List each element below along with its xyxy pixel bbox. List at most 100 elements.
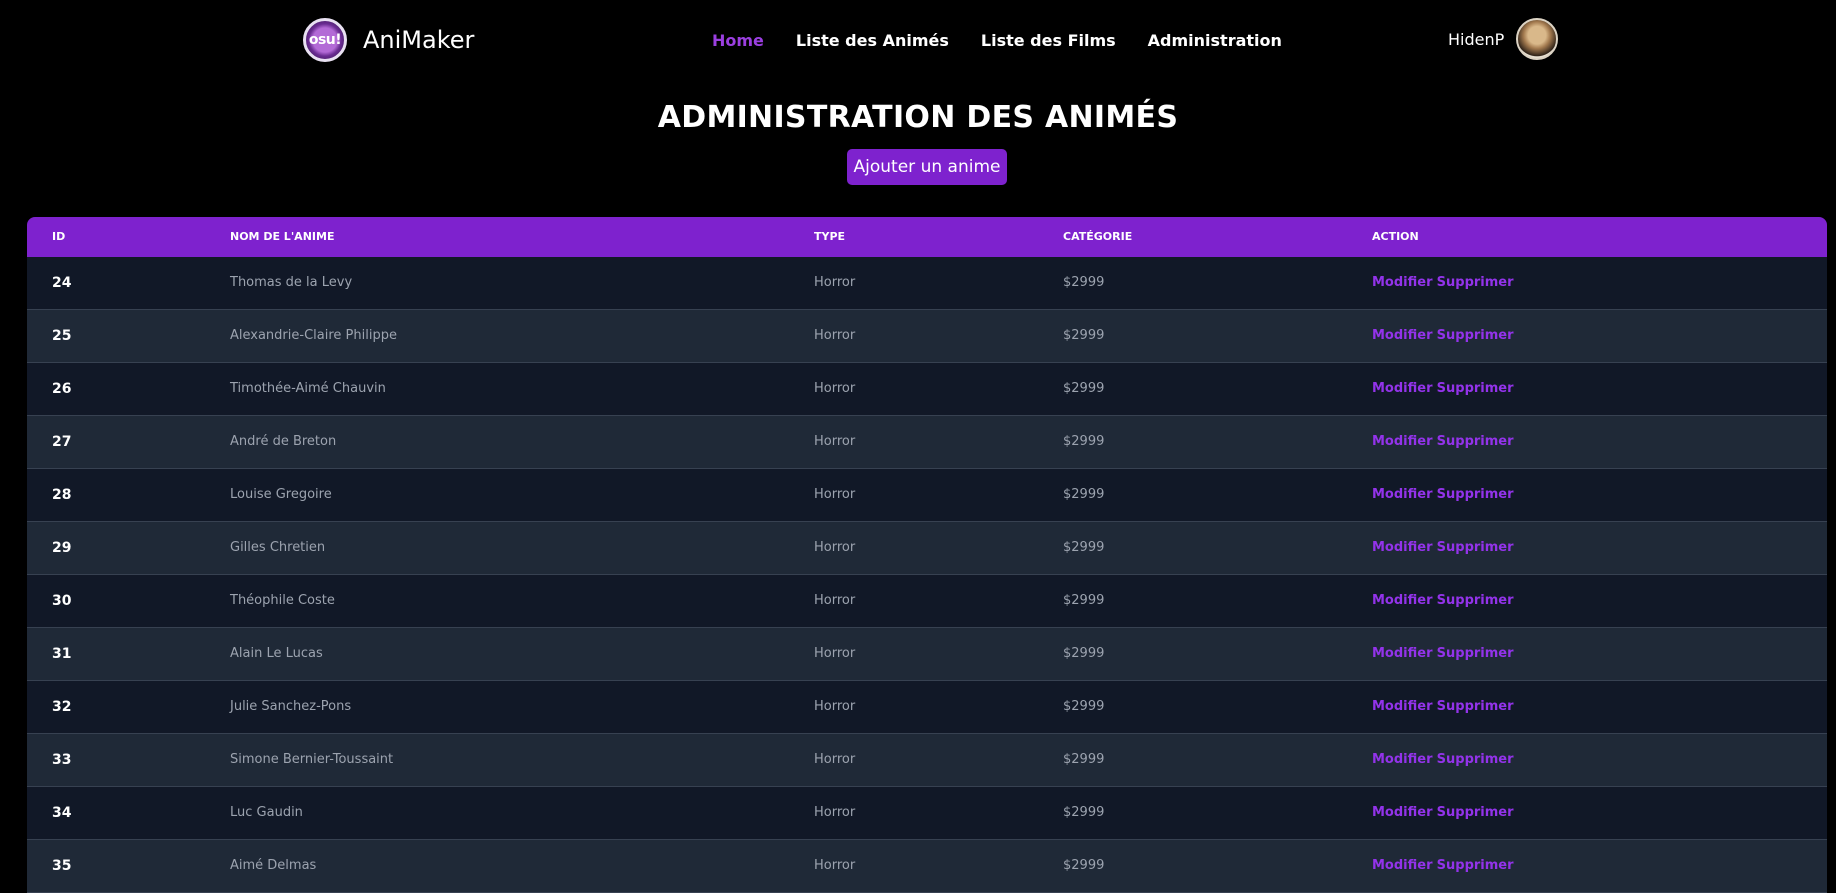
edit-link[interactable]: Modifier: [1372, 593, 1433, 608]
cell-id: 34: [52, 805, 72, 821]
cell-actions: Modifier Supprimer: [1372, 416, 1514, 468]
cell-name: Timothée-Aimé Chauvin: [230, 381, 386, 396]
edit-link[interactable]: Modifier: [1372, 275, 1433, 290]
osu-logo-icon: osu!: [303, 18, 347, 62]
delete-link[interactable]: Supprimer: [1437, 593, 1514, 608]
column-header-action: ACTION: [1372, 230, 1419, 243]
cell-type: Horror: [814, 381, 856, 396]
table-row: 28 Louise Gregoire Horror $2999 Modifier Sup…: [27, 469, 1827, 522]
edit-link[interactable]: Modifier: [1372, 487, 1433, 502]
cell-type: Horror: [814, 752, 856, 767]
edit-link[interactable]: Modifier: [1372, 752, 1433, 767]
cell-name: Gilles Chretien: [230, 540, 326, 555]
table-row: 30 Théophile Coste Horror $2999 Modifier Sup…: [27, 575, 1827, 628]
delete-link[interactable]: Supprimer: [1437, 752, 1514, 767]
cell-name: André de Breton: [230, 434, 337, 449]
page-title: ADMINISTRATION DES ANIMÉS: [657, 100, 1179, 135]
delete-link[interactable]: Supprimer: [1437, 275, 1514, 290]
title-wrap: ADMINISTRATION DES ANIMÉS: [0, 100, 1836, 135]
cell-actions: Modifier Supprimer: [1372, 787, 1514, 839]
cell-name: Luc Gaudin: [230, 805, 303, 820]
cell-type: Horror: [814, 646, 856, 661]
cell-actions: Modifier Supprimer: [1372, 522, 1514, 574]
edit-link[interactable]: Modifier: [1372, 699, 1433, 714]
delete-link[interactable]: Supprimer: [1437, 805, 1514, 820]
cell-actions: Modifier Supprimer: [1372, 575, 1514, 627]
delete-link[interactable]: Supprimer: [1437, 646, 1514, 661]
cell-category: $2999: [1063, 858, 1105, 873]
table-header: ID NOM DE L'ANIME TYPE CATÉGORIE ACTION: [27, 217, 1827, 257]
cell-type: Horror: [814, 540, 856, 555]
nav-administration[interactable]: Administration: [1148, 31, 1282, 50]
delete-link[interactable]: Supprimer: [1437, 858, 1514, 873]
cell-id: 31: [52, 646, 72, 662]
edit-link[interactable]: Modifier: [1372, 328, 1433, 343]
delete-link[interactable]: Supprimer: [1437, 328, 1514, 343]
cell-category: $2999: [1063, 487, 1105, 502]
delete-link[interactable]: Supprimer: [1437, 487, 1514, 502]
avatar[interactable]: [1516, 18, 1559, 60]
cell-category: $2999: [1063, 275, 1105, 290]
table-row: 26 Timothée-Aimé Chauvin Horror $2999 Modifi…: [27, 363, 1827, 416]
cell-category: $2999: [1063, 381, 1105, 396]
delete-link[interactable]: Supprimer: [1437, 540, 1514, 555]
cell-actions: Modifier Supprimer: [1372, 257, 1514, 309]
table-row: 32 Julie Sanchez-Pons Horror $2999 Modifier …: [27, 681, 1827, 734]
cell-type: Horror: [814, 487, 856, 502]
cell-actions: Modifier Supprimer: [1372, 469, 1514, 521]
cell-id: 27: [52, 434, 72, 450]
edit-link[interactable]: Modifier: [1372, 540, 1433, 555]
column-header-name: NOM DE L'ANIME: [230, 230, 335, 243]
cell-category: $2999: [1063, 805, 1105, 820]
column-header-type: TYPE: [814, 230, 846, 243]
table-body: 24 Thomas de la Levy Horror $2999 Modifier S…: [27, 257, 1827, 893]
table-row: 34 Luc Gaudin Horror $2999 Modifier Supprime…: [27, 787, 1827, 840]
cell-type: Horror: [814, 593, 856, 608]
cell-actions: Modifier Supprimer: [1372, 310, 1514, 362]
cell-type: Horror: [814, 858, 856, 873]
delete-link[interactable]: Supprimer: [1437, 381, 1514, 396]
nav-home[interactable]: Home: [712, 31, 764, 50]
cell-id: 25: [52, 328, 72, 344]
cell-id: 33: [52, 752, 72, 768]
anime-table: ID NOM DE L'ANIME TYPE CATÉGORIE ACTION …: [27, 217, 1827, 893]
edit-link[interactable]: Modifier: [1372, 646, 1433, 661]
cell-id: 30: [52, 593, 72, 609]
edit-link[interactable]: Modifier: [1372, 858, 1433, 873]
cell-type: Horror: [814, 434, 856, 449]
nav-liste-animes[interactable]: Liste des Animés: [796, 31, 949, 50]
brand-name: AniMaker: [363, 26, 475, 54]
column-header-id: ID: [52, 230, 66, 243]
edit-link[interactable]: Modifier: [1372, 805, 1433, 820]
cell-name: Julie Sanchez-Pons: [230, 699, 352, 714]
cell-name: Alain Le Lucas: [230, 646, 323, 661]
cell-id: 26: [52, 381, 72, 397]
cell-category: $2999: [1063, 646, 1105, 661]
cell-id: 35: [52, 858, 72, 874]
table-row: 29 Gilles Chretien Horror $2999 Modifier Sup…: [27, 522, 1827, 575]
cell-id: 24: [52, 275, 72, 291]
table-row: 35 Aimé Delmas Horror $2999 Modifier Supprim…: [27, 840, 1827, 893]
cell-category: $2999: [1063, 434, 1105, 449]
brand[interactable]: osu! AniMaker: [303, 18, 474, 62]
nav-liste-films[interactable]: Liste des Films: [981, 31, 1116, 50]
delete-link[interactable]: Supprimer: [1437, 699, 1514, 714]
cell-name: Thomas de la Levy: [230, 275, 353, 290]
cell-type: Horror: [814, 805, 856, 820]
add-anime-button[interactable]: Ajouter un anime: [847, 149, 1007, 185]
user-menu[interactable]: HidenP: [1448, 18, 1559, 60]
cell-category: $2999: [1063, 593, 1105, 608]
cell-name: Simone Bernier-Toussaint: [230, 752, 394, 767]
edit-link[interactable]: Modifier: [1372, 434, 1433, 449]
cell-name: Aimé Delmas: [230, 858, 317, 873]
edit-link[interactable]: Modifier: [1372, 381, 1433, 396]
username: HidenP: [1448, 29, 1505, 49]
column-header-category: CATÉGORIE: [1063, 230, 1133, 243]
cell-actions: Modifier Supprimer: [1372, 840, 1514, 892]
cell-type: Horror: [814, 275, 856, 290]
cell-name: Alexandrie-Claire Philippe: [230, 328, 397, 343]
table-row: 33 Simone Bernier-Toussaint Horror $2999 Mod…: [27, 734, 1827, 787]
delete-link[interactable]: Supprimer: [1437, 434, 1514, 449]
cell-name: Louise Gregoire: [230, 487, 332, 502]
cell-actions: Modifier Supprimer: [1372, 734, 1514, 786]
